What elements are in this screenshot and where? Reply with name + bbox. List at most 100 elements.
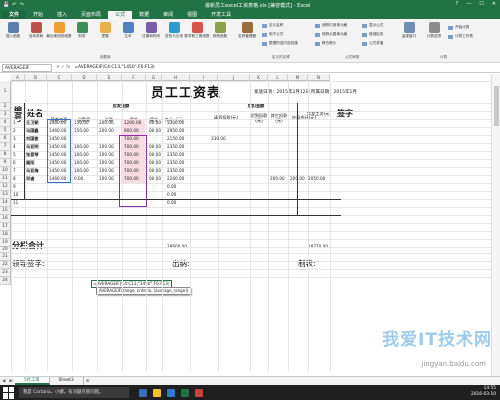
row-header[interactable]: 15 [0,207,11,215]
save-icon[interactable]: 💾 [3,2,9,8]
row-header[interactable]: 2 [0,103,11,111]
calculate-now-button[interactable]: 开始计算 [448,25,469,30]
cell-full[interactable]: 100.00 [74,159,89,166]
tab-data[interactable]: 数据 [132,11,156,19]
tab-formulas[interactable]: 公式 [108,11,133,19]
close-button[interactable]: ✕ [492,1,496,7]
cell-prize[interactable]: 00.00 [149,119,161,126]
cell-no[interactable]: 6 [13,159,16,166]
cell-name[interactable]: 马亚梅 [26,167,39,174]
autosum-button[interactable]: 自动求和 [25,22,47,38]
minimize-button[interactable]: — [466,1,471,7]
sheet-tab-may-salary[interactable]: 5月工资 [14,377,50,385]
cell-no[interactable]: 4 [13,143,16,150]
cell-prize[interactable]: 00.00 [149,167,161,174]
math-trig-button[interactable]: 数学和三角函数 [184,22,210,38]
cell-no[interactable]: 10 [13,191,18,198]
row-header[interactable]: 7 [0,143,11,151]
tab-file[interactable]: 文件 [2,11,27,19]
cell-no[interactable]: 9 [13,183,16,190]
cell-full[interactable]: 100.00 [74,167,89,174]
cell-no[interactable]: 11 [13,199,18,206]
cancel-icon[interactable]: ✕ [56,65,60,70]
cell-total[interactable]: 2350.00 [167,167,184,174]
insert-function-button[interactable]: 插入函数 [2,22,24,38]
column-header[interactable]: F [122,74,146,81]
row-header[interactable]: 4 [0,119,11,127]
row-header[interactable]: 5 [0,127,11,135]
cell-perf[interactable]: 700.00 [124,167,139,174]
cell-bonus[interactable]: 100.00 [99,151,114,158]
cell-actual[interactable]: 2050.00 [308,175,325,182]
cell-no[interactable]: 7 [13,167,16,174]
row-header[interactable]: 13 [0,191,11,199]
cell-prize[interactable]: 00.00 [149,175,161,182]
cell-base[interactable]: 1450.00 [49,135,66,142]
edge-icon[interactable] [167,388,175,397]
cell-total[interactable]: 3300.00 [167,119,184,126]
next-sheet-icon[interactable]: ▶ [9,379,12,384]
row-header[interactable]: 8 [0,151,11,159]
cell-name[interactable]: 张爱琴 [26,151,39,158]
file-explorer-icon[interactable] [153,388,161,397]
cell-total[interactable]: 0.00 [167,183,176,190]
logical-button[interactable]: 逻辑 [94,22,116,38]
cell-total[interactable]: 2260.00 [167,175,184,182]
cell-ded[interactable]: 200.00 [290,175,305,182]
cell-absent[interactable]: 330.00 [211,135,226,142]
prev-sheet-icon[interactable]: ◀ [2,379,5,384]
cell-perf[interactable]: 700.00 [124,159,139,166]
cell-base[interactable]: 1460.00 [49,127,66,134]
cell-perf[interactable]: 700.00 [124,175,139,182]
column-header[interactable]: B [25,74,47,81]
column-header[interactable]: L [268,74,288,81]
tab-page-layout[interactable]: 页面布局 [74,11,108,19]
cell-total[interactable]: 2950.00 [167,127,184,134]
tab-review[interactable]: 审阅 [156,11,180,19]
cell-other[interactable]: 200.00 [270,175,285,182]
cell-full[interactable]: 150.00 [74,127,89,134]
cell-total[interactable]: 2150.00 [167,135,184,142]
add-sheet-icon[interactable]: ⊕ [86,379,90,384]
name-manager-button[interactable]: 名称管理器 [236,22,258,38]
define-name-button[interactable]: 定义名称 [262,23,283,28]
row-header[interactable]: 19 [0,239,11,247]
column-header[interactable]: M [288,74,308,81]
help-button[interactable]: ? [456,1,459,7]
cell-perf[interactable]: 1200.00 [124,119,141,126]
fx-icon[interactable]: fx [66,65,70,70]
cell-perf[interactable]: 700.00 [124,135,139,142]
scroll-thumb[interactable] [494,86,499,126]
calculate-sheet-button[interactable]: 计算工作表 [448,34,473,39]
column-header[interactable]: C [47,74,72,81]
cell-no[interactable]: 8 [13,175,16,182]
row-header[interactable]: 24 [0,277,11,285]
cell-bonus[interactable]: 100.00 [99,175,114,182]
create-from-selection-button[interactable]: 根据所选内容创建 [262,41,298,46]
app-icon[interactable] [195,388,203,397]
row-header[interactable]: 1 [0,81,11,103]
row-header[interactable]: 17 [0,223,11,231]
cell-base[interactable]: 1450.00 [49,143,66,150]
name-box[interactable]: AVERAGEIF [2,63,52,72]
financial-button[interactable]: 财务 [71,22,93,38]
cell-perf[interactable]: 900.00 [124,127,139,134]
excel-icon[interactable] [181,388,189,397]
cell-name[interactable]: 刘国俊 [26,135,39,142]
row-header[interactable]: 18 [0,231,11,239]
cell-name[interactable]: 王卫朝 [26,119,39,126]
cell-no[interactable]: 1 [13,119,16,126]
row-header[interactable]: 12 [0,183,11,191]
calculation-options-button[interactable]: 计算选项 [423,22,445,38]
cell-name[interactable]: 冀阳 [26,159,34,166]
cell-name[interactable]: 马国鑫 [26,127,39,134]
undo-icon[interactable]: ↶ [12,2,16,8]
tab-developer[interactable]: 开发工具 [204,11,238,19]
watch-window-button[interactable]: 监视窗口 [398,22,420,38]
column-header[interactable]: D [72,74,97,81]
cell-total[interactable]: 2350.00 [167,143,184,150]
cell-bonus[interactable]: 100.00 [99,143,114,150]
maximize-button[interactable]: ☐ [479,1,483,7]
cell-full[interactable]: 100.00 [74,151,89,158]
cell-bonus[interactable]: 100.00 [99,159,114,166]
